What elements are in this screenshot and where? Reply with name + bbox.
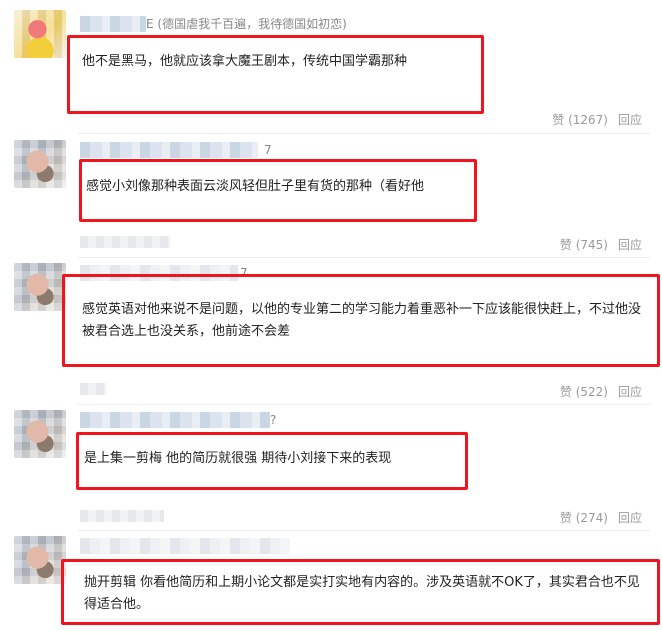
like-button[interactable]: 赞 (1267) [552, 113, 608, 127]
comment-actions: 赞 (745) 回应 [560, 237, 642, 253]
reply-button[interactable]: 回应 [618, 113, 642, 127]
highlight-box [67, 35, 484, 114]
divider [78, 257, 650, 258]
blurred-text [80, 383, 106, 395]
username-suffix: E (德国虐我千百遍，我待德国如初恋) [146, 17, 347, 31]
divider [78, 133, 650, 134]
divider [78, 404, 650, 405]
comment-actions: 赞 (522) 回应 [560, 384, 642, 400]
username-blurred[interactable] [80, 16, 146, 32]
username-blurred[interactable] [80, 538, 290, 554]
username-blurred[interactable] [80, 142, 258, 158]
username-blurred[interactable] [80, 412, 270, 428]
username-suffix: ? [270, 413, 277, 427]
like-button[interactable]: 赞 (745) [560, 238, 608, 252]
reply-button[interactable]: 回应 [618, 238, 642, 252]
avatar[interactable] [14, 263, 66, 311]
comment-text: 是上集一剪梅 他的简历就很强 期待小刘接下来的表现 [84, 451, 392, 466]
avatar[interactable] [14, 140, 66, 188]
reply-button[interactable]: 回应 [618, 511, 642, 525]
blurred-text [80, 236, 170, 248]
divider [78, 530, 650, 531]
reply-button[interactable]: 回应 [618, 385, 642, 399]
comment-text: 抛开剪辑 你看他简历和上期小论文都是实打实地有内容的。涉及英语就不OK了，其实君… [84, 575, 640, 612]
comment-actions: 赞 (1267) 回应 [552, 112, 642, 128]
avatar[interactable] [14, 536, 66, 584]
avatar[interactable] [14, 10, 66, 58]
comment-text: 感觉英语对他来说不是问题，以他的专业第二的学习能力着重恶补一下应该能很快赶上，不… [82, 302, 642, 339]
blurred-text [80, 510, 164, 522]
comment-actions: 赞 (274) 回应 [560, 510, 642, 526]
avatar[interactable] [14, 410, 66, 458]
comment-text: 他不是黑马，他就应该拿大魔王剧本，传统中国学霸那种 [82, 54, 408, 69]
comment-text: 感觉小刘像那种表面云淡风轻但肚子里有货的那种（看好他 [86, 179, 425, 194]
like-button[interactable]: 赞 (522) [560, 385, 608, 399]
username-suffix: 7 [264, 143, 272, 157]
like-button[interactable]: 赞 (274) [560, 511, 608, 525]
